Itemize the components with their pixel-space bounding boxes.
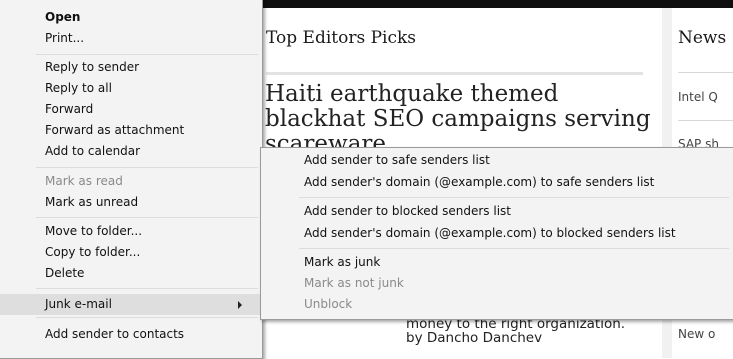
top-editors-picks-heading: Top Editors Picks	[266, 28, 417, 48]
news-divider	[678, 120, 733, 121]
article-headline-link[interactable]: Haiti earthquake themed blackhat SEO cam…	[265, 82, 655, 152]
news-item-link[interactable]: New o	[678, 327, 733, 341]
submenu-item-add-sender-to-blocked-senders[interactable]: Add sender to blocked senders list	[261, 201, 733, 222]
submenu-item-mark-as-junk[interactable]: Mark as junk	[261, 252, 733, 273]
message-context-menu: Open Print... Reply to sender Reply to a…	[0, 0, 263, 359]
menu-item-add-sender-to-contacts[interactable]: Add sender to contacts	[0, 324, 262, 345]
menu-item-junk-email-label: Junk e-mail	[45, 297, 112, 311]
submenu-item-add-domain-to-blocked-senders[interactable]: Add sender's domain (@example.com) to bl…	[261, 223, 733, 244]
menu-separator	[36, 167, 258, 168]
menu-separator	[299, 248, 729, 249]
menu-item-junk-email[interactable]: Junk e-mail	[0, 294, 262, 315]
menu-item-open[interactable]: Open	[0, 7, 262, 28]
heading-rule	[266, 72, 643, 75]
submenu-item-mark-as-not-junk: Mark as not junk	[304, 276, 404, 290]
submenu-arrow-icon	[238, 301, 242, 309]
menu-item-reply-to-sender[interactable]: Reply to sender	[0, 57, 262, 78]
submenu-item-add-domain-to-safe-senders[interactable]: Add sender's domain (@example.com) to sa…	[261, 172, 733, 193]
menu-item-copy-to-folder[interactable]: Copy to folder...	[0, 242, 262, 263]
menu-separator	[36, 54, 258, 55]
news-heading: News	[678, 28, 727, 48]
news-divider	[678, 72, 733, 73]
menu-separator	[36, 317, 258, 318]
menu-item-mark-as-unread[interactable]: Mark as unread	[0, 192, 262, 213]
menu-item-reply-to-all[interactable]: Reply to all	[0, 78, 262, 99]
submenu-item-add-sender-to-safe-senders[interactable]: Add sender to safe senders list	[261, 150, 733, 171]
page-top-bar	[260, 0, 733, 8]
menu-separator	[299, 197, 729, 198]
menu-item-add-to-calendar[interactable]: Add to calendar	[0, 141, 262, 162]
menu-item-forward-as-attachment[interactable]: Forward as attachment	[0, 120, 262, 141]
submenu-item-unblock: Unblock	[304, 297, 353, 311]
junk-email-submenu: Add sender to safe senders list Add send…	[260, 147, 733, 320]
article-snippet: money to the right organization. by Danc…	[406, 317, 626, 346]
menu-item-forward[interactable]: Forward	[0, 99, 262, 120]
menu-separator	[36, 288, 258, 289]
menu-item-move-to-folder[interactable]: Move to folder...	[0, 221, 262, 242]
menu-item-mark-as-read: Mark as read	[45, 174, 123, 188]
menu-separator	[36, 217, 258, 218]
menu-item-delete[interactable]: Delete	[0, 263, 262, 284]
menu-item-print[interactable]: Print...	[0, 28, 262, 49]
news-item-link[interactable]: Intel Q	[678, 90, 733, 104]
